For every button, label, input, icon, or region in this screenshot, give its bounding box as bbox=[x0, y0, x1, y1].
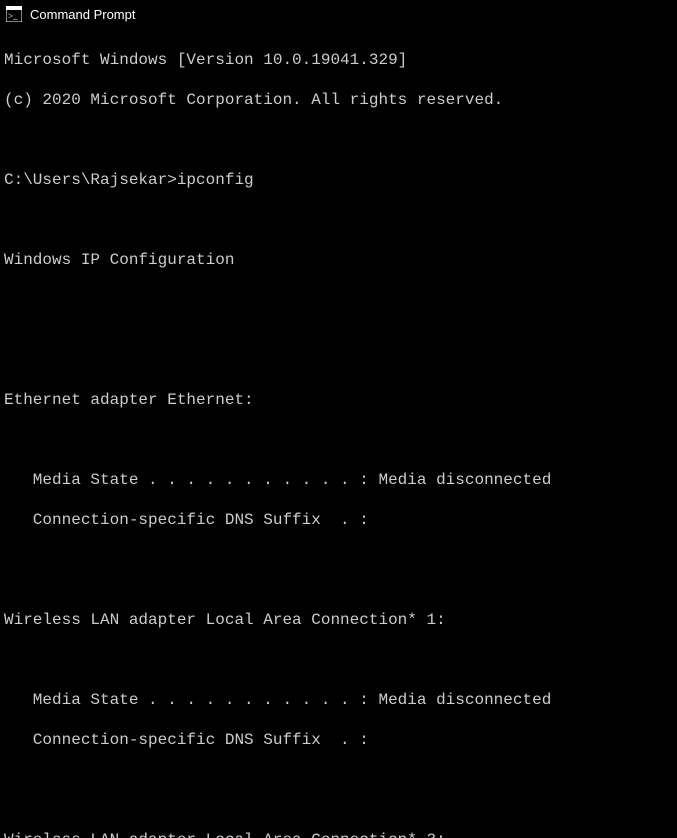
window-title: Command Prompt bbox=[30, 7, 135, 22]
output-line: Microsoft Windows [Version 10.0.19041.32… bbox=[4, 50, 673, 70]
terminal-output[interactable]: Microsoft Windows [Version 10.0.19041.32… bbox=[0, 28, 677, 838]
output-line: Connection-specific DNS Suffix . : bbox=[4, 510, 673, 530]
prompt-line: C:\Users\Rajsekar>ipconfig bbox=[4, 170, 673, 190]
blank-line bbox=[4, 550, 673, 570]
output-line: Media State . . . . . . . . . . . : Medi… bbox=[4, 690, 673, 710]
output-line: (c) 2020 Microsoft Corporation. All righ… bbox=[4, 90, 673, 110]
output-line: Media State . . . . . . . . . . . : Medi… bbox=[4, 470, 673, 490]
blank-line bbox=[4, 430, 673, 450]
adapter-title: Wireless LAN adapter Local Area Connecti… bbox=[4, 610, 673, 630]
adapter-title: Wireless LAN adapter Local Area Connecti… bbox=[4, 830, 673, 838]
svg-text:>_: >_ bbox=[8, 11, 18, 21]
blank-line bbox=[4, 330, 673, 350]
window-titlebar[interactable]: >_ Command Prompt bbox=[0, 0, 677, 28]
blank-line bbox=[4, 290, 673, 310]
output-line: Connection-specific DNS Suffix . : bbox=[4, 730, 673, 750]
cmd-icon: >_ bbox=[6, 6, 22, 22]
adapter-title: Ethernet adapter Ethernet: bbox=[4, 390, 673, 410]
blank-line bbox=[4, 130, 673, 150]
blank-line bbox=[4, 770, 673, 790]
output-line: Windows IP Configuration bbox=[4, 250, 673, 270]
blank-line bbox=[4, 650, 673, 670]
blank-line bbox=[4, 210, 673, 230]
